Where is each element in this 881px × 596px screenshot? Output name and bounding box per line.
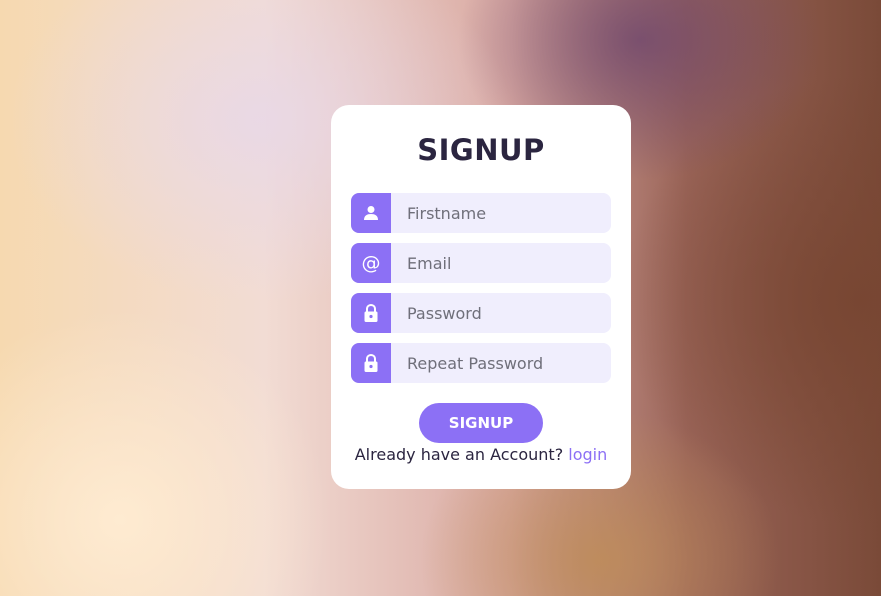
login-link[interactable]: login <box>568 445 607 464</box>
at-sign-icon: @ <box>351 243 391 283</box>
password-field <box>351 293 611 333</box>
firstname-field <box>351 193 611 233</box>
email-field: @ <box>351 243 611 283</box>
repeat-password-field <box>351 343 611 383</box>
user-icon <box>351 193 391 233</box>
lock-icon <box>351 343 391 383</box>
firstname-input[interactable] <box>391 193 611 233</box>
footer-text: Already have an Account? <box>354 445 564 464</box>
email-input[interactable] <box>391 243 611 283</box>
form-title: SIGNUP <box>417 133 545 167</box>
password-input[interactable] <box>391 293 611 333</box>
signup-card: SIGNUP @ <box>331 105 631 489</box>
repeat-password-input[interactable] <box>391 343 611 383</box>
login-prompt: Already have an Account? login <box>331 445 631 464</box>
lock-icon <box>351 293 391 333</box>
signup-button[interactable]: SIGNUP <box>419 403 543 443</box>
